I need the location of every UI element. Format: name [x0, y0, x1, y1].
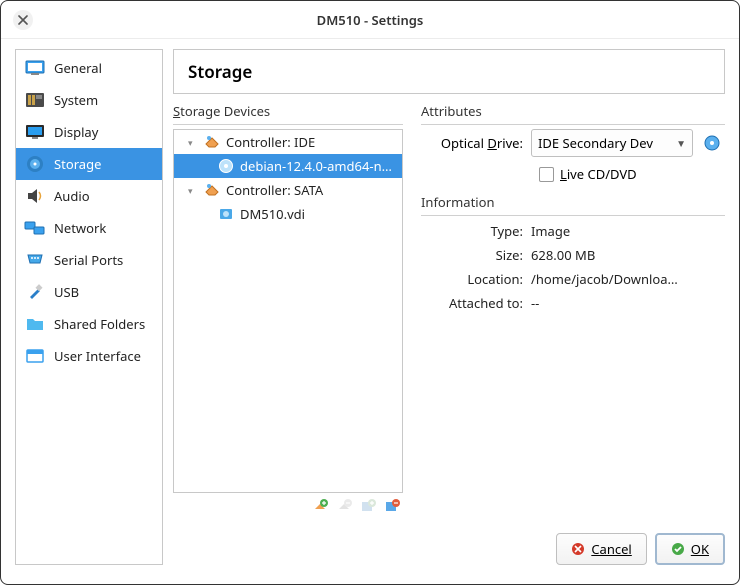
expander-icon[interactable]: ▾ — [188, 184, 198, 197]
remove-attachment-button[interactable] — [383, 497, 401, 515]
expander-icon[interactable]: ▾ — [188, 136, 198, 149]
close-icon — [18, 15, 28, 25]
tree-disc-debian[interactable]: debian-12.4.0-amd64-neti... — [174, 154, 402, 178]
sidebar: General System Display Storage Audio Net… — [15, 49, 163, 565]
window-title: DM510 - Settings — [43, 11, 697, 29]
storage-toolbar — [173, 493, 403, 515]
titlebar: DM510 - Settings — [1, 1, 739, 39]
add-controller-button[interactable] — [311, 497, 329, 515]
system-icon — [24, 91, 46, 109]
tree-label: Controller: IDE — [226, 133, 315, 151]
disc-choose-icon — [703, 134, 721, 152]
storage-tree[interactable]: ▾ Controller: IDE debian-12.4.0-amd64-ne… — [173, 129, 403, 493]
sidebar-item-label: Serial Ports — [54, 251, 123, 269]
display-icon — [24, 123, 46, 141]
info-label-attached: Attached to: — [421, 294, 531, 312]
choose-disk-button[interactable] — [699, 130, 725, 156]
disc-icon — [218, 158, 234, 174]
sidebar-item-label: System — [54, 91, 98, 109]
cancel-label: Cancel — [591, 540, 631, 558]
optical-drive-value: IDE Secondary Dev — [538, 134, 653, 152]
live-cd-checkbox[interactable] — [539, 167, 554, 182]
sidebar-item-label: Network — [54, 219, 106, 237]
storage-icon — [24, 155, 46, 173]
sidebar-item-label: Audio — [54, 187, 90, 205]
sidebar-item-label: Storage — [54, 155, 101, 173]
cancel-icon — [571, 542, 585, 556]
information-label: Information — [421, 193, 725, 216]
sidebar-item-display[interactable]: Display — [16, 116, 162, 148]
shared-folders-icon — [24, 315, 46, 333]
add-controller-icon — [312, 498, 328, 514]
remove-attachment-icon — [384, 498, 400, 514]
add-attachment-button[interactable] — [359, 497, 377, 515]
info-label-size: Size: — [421, 246, 531, 264]
info-value-type: Image — [531, 222, 725, 240]
general-icon — [24, 59, 46, 77]
tree-controller-sata[interactable]: ▾ Controller: SATA — [174, 178, 402, 202]
disk-icon — [218, 206, 234, 222]
ok-button[interactable]: OK — [655, 533, 725, 565]
remove-controller-button[interactable] — [335, 497, 353, 515]
sidebar-item-general[interactable]: General — [16, 52, 162, 84]
sidebar-item-label: Shared Folders — [54, 315, 145, 333]
info-value-attached: -- — [531, 294, 725, 312]
tree-disk-dm510[interactable]: DM510.vdi — [174, 202, 402, 226]
audio-icon — [24, 187, 46, 205]
chevron-down-icon: ▼ — [672, 136, 686, 150]
info-value-size: 628.00 MB — [531, 246, 725, 264]
tree-controller-ide[interactable]: ▾ Controller: IDE — [174, 130, 402, 154]
sidebar-item-network[interactable]: Network — [16, 212, 162, 244]
controller-icon — [204, 182, 220, 198]
controller-icon — [204, 134, 220, 150]
info-label-type: Type: — [421, 222, 531, 240]
info-value-location: /home/jacob/Downloa… — [531, 270, 725, 288]
sidebar-item-storage[interactable]: Storage — [16, 148, 162, 180]
sidebar-item-label: Display — [54, 123, 98, 141]
close-window-button[interactable] — [13, 10, 33, 30]
sidebar-item-label: User Interface — [54, 347, 141, 365]
sidebar-item-serial-ports[interactable]: Serial Ports — [16, 244, 162, 276]
tree-label: Controller: SATA — [226, 181, 323, 199]
sidebar-item-user-interface[interactable]: User Interface — [16, 340, 162, 372]
sidebar-item-label: General — [54, 59, 102, 77]
sidebar-item-shared-folders[interactable]: Shared Folders — [16, 308, 162, 340]
tree-label: DM510.vdi — [240, 205, 305, 223]
optical-drive-label: Optical Drive: — [421, 134, 531, 152]
ok-label: OK — [691, 540, 709, 558]
sidebar-item-usb[interactable]: USB — [16, 276, 162, 308]
add-attachment-icon — [360, 498, 376, 514]
sidebar-item-audio[interactable]: Audio — [16, 180, 162, 212]
user-interface-icon — [24, 347, 46, 365]
attributes-label: Attributes — [421, 102, 725, 125]
serial-ports-icon — [24, 251, 46, 269]
usb-icon — [24, 283, 46, 301]
remove-controller-icon — [336, 498, 352, 514]
page-title: Storage — [173, 49, 725, 94]
tree-label: debian-12.4.0-amd64-neti... — [240, 157, 396, 175]
sidebar-item-label: USB — [54, 283, 79, 301]
live-cd-label[interactable]: Live CD/DVD — [560, 165, 637, 183]
info-label-location: Location: — [421, 270, 531, 288]
storage-devices-label: Storage Devices — [173, 102, 403, 125]
ok-icon — [671, 542, 685, 556]
network-icon — [24, 219, 46, 237]
sidebar-item-system[interactable]: System — [16, 84, 162, 116]
cancel-button[interactable]: Cancel — [556, 533, 646, 565]
optical-drive-select[interactable]: IDE Secondary Dev ▼ — [531, 129, 693, 157]
